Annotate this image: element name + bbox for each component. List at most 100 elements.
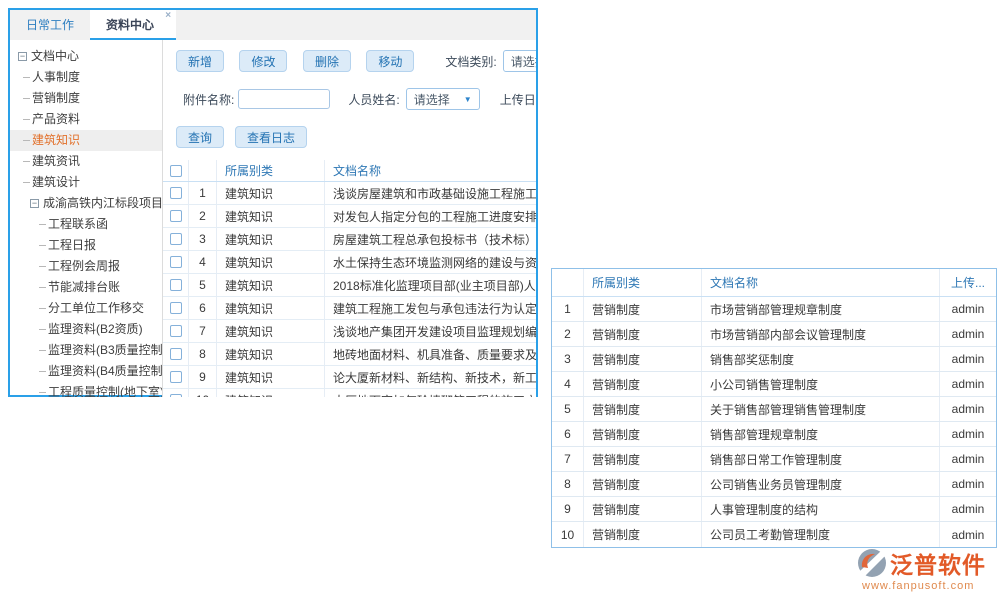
doc-category-select[interactable]: 请选择 ▼ bbox=[503, 50, 536, 72]
tab-data-center-label: 资料中心 bbox=[106, 18, 154, 32]
row-doc-name: 对发包人指定分包的工程施工进度安排... bbox=[325, 205, 536, 227]
row-uploader: admin bbox=[940, 322, 996, 346]
row-checkbox[interactable] bbox=[170, 394, 182, 397]
table-row[interactable]: 10 营销制度 公司员工考勤管理制度 admin bbox=[552, 522, 996, 547]
toolbar-button[interactable]: 修改 bbox=[239, 50, 287, 72]
toolbar-button[interactable]: 移动 bbox=[366, 50, 414, 72]
table-row[interactable]: 1 建筑知识 浅谈房屋建筑和市政基础设施工程施工... bbox=[163, 182, 536, 205]
tab-data-center[interactable]: 资料中心 × bbox=[90, 10, 176, 40]
view-log-button[interactable]: 查看日志 bbox=[235, 126, 307, 148]
table-row[interactable]: 3 建筑知识 房屋建筑工程总承包投标书（技术标）... bbox=[163, 228, 536, 251]
query-button[interactable]: 查询 bbox=[176, 126, 224, 148]
table-row[interactable]: 7 营销制度 销售部日常工作管理制度 admin bbox=[552, 447, 996, 472]
tree-item[interactable]: 监理资料(B4质量控制) bbox=[10, 361, 162, 382]
person-name-select[interactable]: 请选择 ▼ bbox=[406, 88, 480, 110]
tree-item[interactable]: 工程质量控制(地下室) bbox=[10, 382, 162, 397]
row-doc-name: 浅谈地产集团开发建设项目监理规划编... bbox=[325, 320, 536, 342]
row-checkbox[interactable] bbox=[170, 302, 182, 314]
row-doc-name: 市场营销部管理规章制度 bbox=[702, 297, 940, 321]
row-checkbox[interactable] bbox=[170, 325, 182, 337]
table-row[interactable]: 2 营销制度 市场营销部内部会议管理制度 admin bbox=[552, 322, 996, 347]
row-index: 4 bbox=[189, 251, 217, 273]
attachment-name-input[interactable] bbox=[238, 89, 330, 109]
header-category: 所属别类 bbox=[217, 160, 325, 181]
document-tree: − 文档中心 人事制度 营销制度 产品资料 bbox=[10, 40, 163, 397]
row-category: 建筑知识 bbox=[217, 182, 325, 204]
row-index: 3 bbox=[552, 347, 584, 371]
row-checkbox[interactable] bbox=[170, 210, 182, 222]
close-icon[interactable]: × bbox=[165, 11, 171, 21]
tree-node-document-center[interactable]: − 文档中心 bbox=[10, 46, 162, 67]
document-center-window: 日常工作 资料中心 × − 文档中心 人事制度 营销制度 bbox=[8, 8, 538, 397]
marketing-table-header: 所属别类 文档名称 上传... bbox=[552, 269, 996, 297]
tab-daily-work[interactable]: 日常工作 bbox=[10, 10, 90, 40]
tree-item[interactable]: 建筑知识 bbox=[10, 130, 162, 151]
table-row[interactable]: 3 营销制度 销售部奖惩制度 admin bbox=[552, 347, 996, 372]
row-doc-name: 房屋建筑工程总承包投标书（技术标）... bbox=[325, 228, 536, 250]
tree-item[interactable]: 工程例会周报 bbox=[10, 256, 162, 277]
marketing-documents-table: 所属别类 文档名称 上传... 1 营销制度 市场营销部管理规章制度 admin… bbox=[551, 268, 997, 548]
table-row[interactable]: 4 建筑知识 水土保持生态环境监测网络的建设与资... bbox=[163, 251, 536, 274]
collapse-icon[interactable]: − bbox=[30, 199, 39, 208]
toolbar-button[interactable]: 新增 bbox=[176, 50, 224, 72]
row-doc-name: 人事管理制度的结构 bbox=[702, 497, 940, 521]
table-row[interactable]: 9 建筑知识 论大厦新材料、新结构、新技术，新工... bbox=[163, 366, 536, 389]
row-category: 营销制度 bbox=[584, 422, 702, 446]
tree-item[interactable]: 监理资料(B3质量控制) bbox=[10, 340, 162, 361]
tree-item-label: 分工单位工作移交 bbox=[48, 298, 144, 319]
table-row[interactable]: 5 营销制度 关于销售部管理销售管理制度 admin bbox=[552, 397, 996, 422]
row-checkbox[interactable] bbox=[170, 233, 182, 245]
tree-node-project[interactable]: − 成渝高铁内江标段项目 bbox=[10, 193, 162, 214]
row-index: 4 bbox=[552, 372, 584, 396]
row-category: 建筑知识 bbox=[217, 320, 325, 342]
row-doc-name: 公司销售业务员管理制度 bbox=[702, 472, 940, 496]
tree-item[interactable]: 产品资料 bbox=[10, 109, 162, 130]
row-category: 建筑知识 bbox=[217, 297, 325, 319]
row-index: 1 bbox=[189, 182, 217, 204]
collapse-icon[interactable]: − bbox=[18, 52, 27, 61]
table-row[interactable]: 2 建筑知识 对发包人指定分包的工程施工进度安排... bbox=[163, 205, 536, 228]
table-row[interactable]: 7 建筑知识 浅谈地产集团开发建设项目监理规划编... bbox=[163, 320, 536, 343]
row-category: 营销制度 bbox=[584, 472, 702, 496]
tree-item[interactable]: 营销制度 bbox=[10, 88, 162, 109]
table-row[interactable]: 5 建筑知识 2018标准化监理项目部(业主项目部)人员... bbox=[163, 274, 536, 297]
row-category: 建筑知识 bbox=[217, 228, 325, 250]
row-index: 1 bbox=[552, 297, 584, 321]
fanpu-logo-icon bbox=[856, 547, 888, 579]
tree-item[interactable]: 建筑资讯 bbox=[10, 151, 162, 172]
table-row[interactable]: 4 营销制度 小公司销售管理制度 admin bbox=[552, 372, 996, 397]
tree-item[interactable]: 工程日报 bbox=[10, 235, 162, 256]
tree-item-label: 产品资料 bbox=[32, 109, 80, 130]
row-checkbox[interactable] bbox=[170, 187, 182, 199]
row-checkbox[interactable] bbox=[170, 371, 182, 383]
row-uploader: admin bbox=[940, 422, 996, 446]
table-row[interactable]: 1 营销制度 市场营销部管理规章制度 admin bbox=[552, 297, 996, 322]
header-doc-name: 文档名称 bbox=[325, 160, 536, 181]
row-checkbox[interactable] bbox=[170, 348, 182, 360]
table-row[interactable]: 9 营销制度 人事管理制度的结构 admin bbox=[552, 497, 996, 522]
table-row[interactable]: 8 建筑知识 地砖地面材料、机具准备、质量要求及... bbox=[163, 343, 536, 366]
person-name-value: 请选择 bbox=[414, 91, 450, 108]
table-row[interactable]: 8 营销制度 公司销售业务员管理制度 admin bbox=[552, 472, 996, 497]
select-all-checkbox[interactable] bbox=[170, 165, 182, 177]
tree-item[interactable]: 节能减排台账 bbox=[10, 277, 162, 298]
vendor-name: 泛普软件 bbox=[890, 546, 986, 580]
tree-item[interactable]: 人事制度 bbox=[10, 67, 162, 88]
toolbar-button[interactable]: 删除 bbox=[303, 50, 351, 72]
row-checkbox[interactable] bbox=[170, 256, 182, 268]
tree-item[interactable]: 建筑设计 bbox=[10, 172, 162, 193]
header-uploader: 上传... bbox=[940, 269, 996, 296]
table-row[interactable]: 6 建筑知识 建筑工程施工发包与承包违法行为认定... bbox=[163, 297, 536, 320]
tree-node-label: 成渝高铁内江标段项目 bbox=[43, 193, 163, 214]
header-index bbox=[189, 160, 217, 181]
vendor-url: www.fanpusoft.com bbox=[862, 580, 998, 592]
tree-item[interactable]: 监理资料(B2资质) bbox=[10, 319, 162, 340]
row-index: 5 bbox=[552, 397, 584, 421]
table-row[interactable]: 6 营销制度 销售部管理规章制度 admin bbox=[552, 422, 996, 447]
tree-item[interactable]: 工程联系函 bbox=[10, 214, 162, 235]
documents-table-header: 所属别类 文档名称 bbox=[163, 160, 536, 182]
row-checkbox[interactable] bbox=[170, 279, 182, 291]
row-category: 营销制度 bbox=[584, 522, 702, 547]
tree-item[interactable]: 分工单位工作移交 bbox=[10, 298, 162, 319]
table-row[interactable]: 10 建筑知识 大厦地下室加气砼墙砌筑工程的施工方... bbox=[163, 389, 536, 397]
